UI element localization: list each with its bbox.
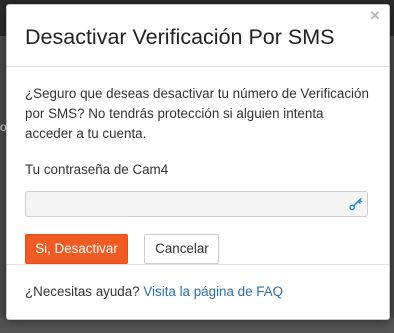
password-field-wrapper	[25, 191, 368, 217]
dialog-body: ¿Seguro que deseas desactivar tu número …	[7, 67, 389, 265]
faq-link[interactable]: Visita la página de FAQ	[143, 284, 283, 299]
deactivate-button[interactable]: Si, Desactivar	[25, 234, 128, 264]
dialog-actions: Si, Desactivar Cancelar	[25, 234, 371, 264]
backdrop-footer-band	[0, 318, 394, 333]
close-icon[interactable]: ×	[368, 7, 382, 24]
dialog-title: Desactivar Verificación Por SMS	[25, 25, 335, 49]
dialog-footer: ¿Necesitas ayuda? Visita la página de FA…	[7, 265, 389, 301]
dialog-header: Desactivar Verificación Por SMS	[7, 5, 389, 67]
key-icon[interactable]	[349, 197, 363, 211]
confirmation-message: ¿Seguro que deseas desactivar tu número …	[25, 86, 369, 141]
password-label: Tu contraseña de Cam4	[25, 162, 169, 177]
password-input[interactable]	[25, 191, 368, 217]
cancel-button[interactable]: Cancelar	[144, 234, 220, 264]
help-text: ¿Necesitas ayuda?	[25, 284, 140, 299]
deactivate-sms-dialog: × Desactivar Verificación Por SMS ¿Segur…	[6, 4, 390, 320]
